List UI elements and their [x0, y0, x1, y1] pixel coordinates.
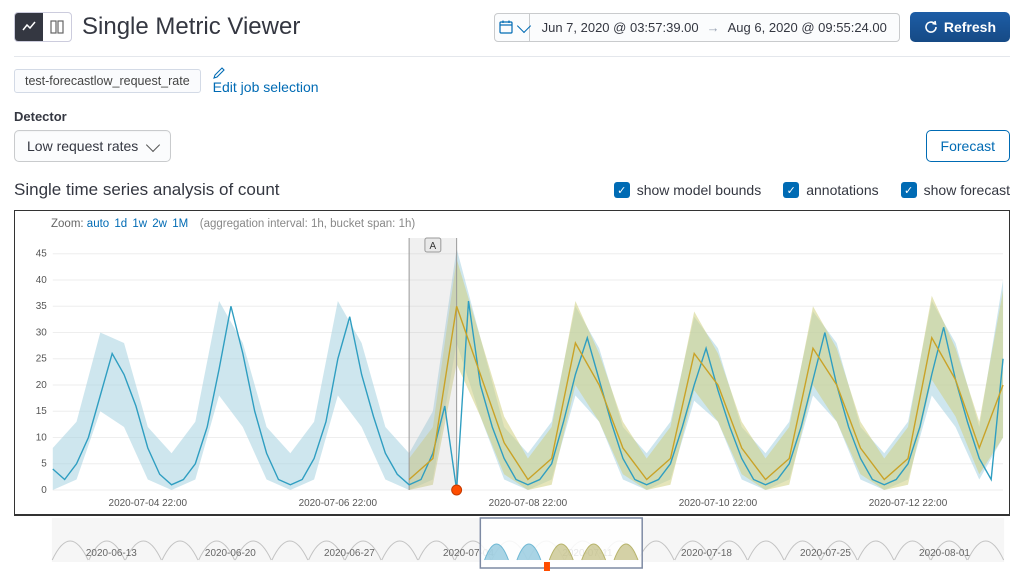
- pencil-icon: [213, 67, 225, 79]
- svg-text:35: 35: [36, 301, 48, 312]
- svg-text:2020-06-27: 2020-06-27: [324, 548, 375, 559]
- svg-text:A: A: [430, 241, 437, 252]
- svg-text:0: 0: [41, 485, 47, 496]
- time-start: Jun 7, 2020 @ 03:57:39.00: [542, 20, 699, 35]
- main-chart[interactable]: Zoom: auto 1d 1w 2w 1M (aggregation inte…: [14, 210, 1010, 515]
- zoom-controls: Zoom: auto 1d 1w 2w 1M (aggregation inte…: [15, 217, 1009, 232]
- check-icon: ✓: [614, 182, 630, 198]
- zoom-auto[interactable]: auto: [87, 218, 113, 230]
- svg-text:2020-07-18: 2020-07-18: [681, 548, 732, 559]
- svg-text:15: 15: [36, 406, 48, 417]
- svg-text:25: 25: [36, 354, 48, 365]
- show-forecast-checkbox[interactable]: ✓show forecast: [901, 182, 1010, 198]
- chevron-down-icon: [517, 18, 531, 32]
- time-end: Aug 6, 2020 @ 09:55:24.00: [728, 20, 887, 35]
- chevron-down-icon: [146, 137, 160, 151]
- page-title: Single Metric Viewer: [82, 13, 300, 41]
- svg-text:2020-07-06 22:00: 2020-07-06 22:00: [299, 498, 378, 509]
- refresh-button[interactable]: Refresh: [910, 12, 1010, 42]
- edit-job-link[interactable]: Edit job selection: [213, 67, 319, 95]
- svg-text:40: 40: [36, 275, 48, 286]
- svg-text:30: 30: [36, 327, 48, 338]
- refresh-icon: [924, 20, 938, 34]
- show-model-bounds-checkbox[interactable]: ✓show model bounds: [614, 182, 762, 198]
- annotations-checkbox[interactable]: ✓annotations: [783, 182, 878, 198]
- navigator-chart[interactable]: 2020-06-132020-06-202020-06-272020-07-04…: [14, 515, 1010, 573]
- analysis-title: Single time series analysis of count: [14, 180, 280, 200]
- zoom-1M[interactable]: 1M: [172, 218, 191, 230]
- calendar-icon: [495, 19, 517, 35]
- svg-text:5: 5: [41, 459, 47, 470]
- zoom-1d[interactable]: 1d: [114, 218, 130, 230]
- svg-text:2020-07-04 22:00: 2020-07-04 22:00: [109, 498, 188, 509]
- svg-text:2020-06-20: 2020-06-20: [205, 548, 256, 559]
- svg-text:10: 10: [36, 432, 48, 443]
- zoom-1w[interactable]: 1w: [132, 218, 150, 230]
- svg-text:20: 20: [36, 380, 48, 391]
- svg-text:45: 45: [36, 249, 48, 260]
- time-range-display[interactable]: Jun 7, 2020 @ 03:57:39.00 → Aug 6, 2020 …: [530, 13, 900, 42]
- calendar-button[interactable]: [494, 13, 530, 42]
- svg-text:2020-08-01: 2020-08-01: [919, 548, 970, 559]
- chart-view-icon[interactable]: [15, 13, 43, 41]
- selected-job-pill[interactable]: test-forecastlow_request_rate: [14, 69, 201, 93]
- check-icon: ✓: [901, 182, 917, 198]
- table-view-icon[interactable]: [43, 13, 71, 41]
- agg-text: (aggregation interval: 1h, bucket span: …: [200, 218, 415, 230]
- forecast-button[interactable]: Forecast: [926, 130, 1010, 162]
- svg-text:2020-07-12 22:00: 2020-07-12 22:00: [869, 498, 948, 509]
- svg-text:2020-07-10 22:00: 2020-07-10 22:00: [679, 498, 758, 509]
- detector-label: Detector: [14, 109, 1010, 124]
- svg-text:2020-07-08 22:00: 2020-07-08 22:00: [489, 498, 568, 509]
- check-icon: ✓: [783, 182, 799, 198]
- svg-text:2020-06-13: 2020-06-13: [86, 548, 137, 559]
- arrow-right-icon: →: [707, 20, 720, 35]
- view-toggle[interactable]: [14, 12, 72, 42]
- zoom-2w[interactable]: 2w: [152, 218, 170, 230]
- detector-select[interactable]: Low request rates: [14, 130, 171, 162]
- svg-text:2020-07-25: 2020-07-25: [800, 548, 851, 559]
- time-range-picker[interactable]: Jun 7, 2020 @ 03:57:39.00 → Aug 6, 2020 …: [494, 13, 900, 42]
